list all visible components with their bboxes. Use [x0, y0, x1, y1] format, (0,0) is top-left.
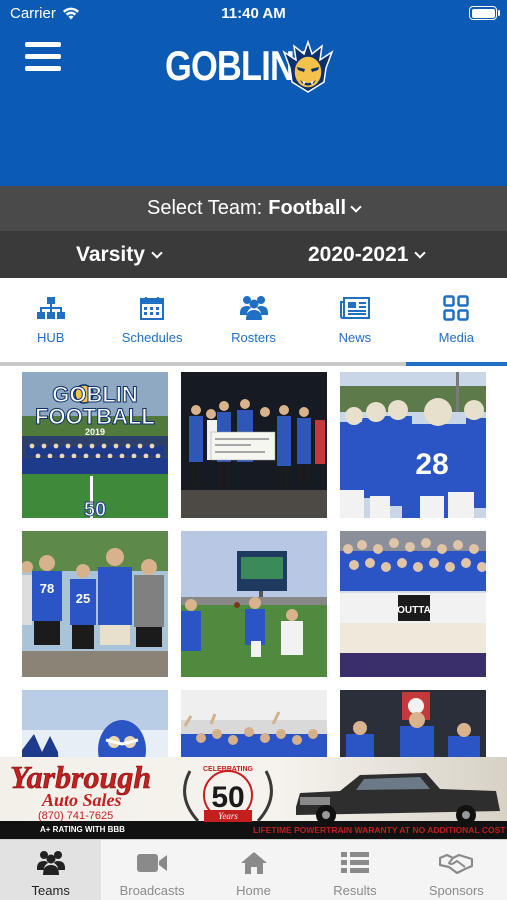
- tab-label: Media: [438, 330, 475, 345]
- calendar-icon: [140, 297, 165, 320]
- media-thumbnail[interactable]: [181, 531, 327, 677]
- jersey-number-label: 28: [415, 448, 448, 481]
- media-thumbnail[interactable]: OUTTA: [340, 531, 486, 677]
- home-icon: [240, 852, 267, 874]
- chevron-down-icon: [151, 247, 163, 259]
- battery-icon: [469, 6, 500, 20]
- media-thumbnail[interactable]: 78 25: [22, 531, 168, 677]
- tab-label: Rosters: [231, 330, 276, 345]
- season-value: 2020-2021: [308, 243, 409, 266]
- tab-news[interactable]: News: [304, 278, 405, 366]
- ad-celebrating: CELEBRATING: [203, 766, 254, 773]
- chevron-down-icon: [350, 200, 362, 213]
- ad-phone: (870) 741-7625: [38, 810, 113, 822]
- sign-text: OUTTA: [397, 605, 431, 616]
- status-bar: Carrier 11:40 AM: [0, 0, 507, 28]
- tab-divider: [0, 362, 507, 366]
- media-thumbnail[interactable]: [181, 372, 327, 518]
- fan-face-paint-image: [22, 690, 168, 758]
- bottom-navigation: Teams Broadcasts Home Results Sponsors: [0, 839, 507, 900]
- team-selector[interactable]: Select Team: Football: [0, 186, 507, 231]
- sponsor-ad-banner[interactable]: Yarbrough Auto Sales (870) 741-7625 A+ R…: [0, 757, 507, 839]
- tab-rosters[interactable]: Rosters: [203, 278, 304, 366]
- team-selector-value: Football: [268, 197, 346, 219]
- season-dropdown[interactable]: 2020-2021: [308, 243, 427, 267]
- photo-year: 2019: [85, 427, 105, 437]
- level-dropdown[interactable]: Varsity: [76, 243, 163, 267]
- news-icon: [339, 297, 370, 319]
- nav-results[interactable]: Results: [304, 840, 405, 900]
- nav-sponsors[interactable]: Sponsors: [406, 840, 507, 900]
- tab-media[interactable]: Media: [406, 278, 507, 366]
- app-header: Carrier 11:40 AM GOBLINS: [0, 0, 507, 186]
- pickup-truck-image: [296, 773, 500, 825]
- ad-rating: A+ RATING WITH BBB: [40, 825, 125, 834]
- night-game-image: [340, 690, 486, 758]
- tab-hub[interactable]: HUB: [0, 278, 101, 366]
- people-icon: [239, 296, 268, 320]
- photo-title-line2: FOOTBALL: [35, 404, 155, 429]
- hamburger-menu-button[interactable]: [25, 42, 61, 74]
- nav-label: Home: [236, 883, 271, 898]
- nav-broadcasts[interactable]: Broadcasts: [101, 840, 202, 900]
- media-thumbnail[interactable]: [181, 690, 327, 758]
- gym-crowd-image: [181, 690, 327, 758]
- filter-bar: Varsity 2020-2021: [0, 231, 507, 278]
- level-value: Varsity: [76, 243, 145, 266]
- team-selector-prefix: Select Team:: [146, 197, 263, 219]
- jersey-number-label: 78: [40, 581, 54, 596]
- list-icon: [340, 852, 369, 873]
- nav-label: Teams: [31, 883, 70, 898]
- section-tabs: HUB Schedules Rosters News Media: [0, 278, 507, 366]
- ad-name-line2: Auto Sales: [41, 790, 122, 810]
- ad-anniversary-word: Years: [218, 811, 238, 821]
- field-number-label: 50: [84, 499, 106, 518]
- tab-schedules[interactable]: Schedules: [101, 278, 202, 366]
- chevron-down-icon: [414, 247, 427, 259]
- teams-icon: [36, 851, 65, 875]
- media-thumbnail[interactable]: 50 GOBLIN FOOTBALL 2019: [22, 372, 168, 518]
- media-grid: 50 GOBLIN FOOTBALL 2019 28 78 25 OUTTA: [22, 372, 486, 758]
- active-tab-indicator: [406, 362, 507, 366]
- ad-anniversary-number: 50: [211, 781, 244, 814]
- pep-rally-image: 78 25: [22, 531, 168, 677]
- nav-label: Results: [333, 883, 377, 898]
- jersey-number-label: 25: [76, 591, 90, 606]
- media-thumbnail[interactable]: 28: [340, 372, 486, 518]
- game-action-image: [181, 531, 327, 677]
- players-huddle-image: 28: [340, 372, 486, 518]
- handshake-icon: [439, 853, 474, 874]
- goblin-mascot-icon: [282, 39, 334, 93]
- nav-teams[interactable]: Teams: [0, 840, 102, 900]
- student-section-image: OUTTA: [340, 531, 486, 677]
- sponsor-ad-graphic: Yarbrough Auto Sales (870) 741-7625 A+ R…: [0, 759, 507, 839]
- nav-home[interactable]: Home: [203, 840, 304, 900]
- team-photo-image: 50 GOBLIN FOOTBALL 2019: [22, 372, 168, 518]
- hub-icon: [36, 297, 65, 319]
- nav-label: Sponsors: [428, 883, 484, 898]
- brand-logo: GOBLINS: [165, 38, 349, 94]
- media-thumbnail[interactable]: [22, 690, 168, 758]
- video-camera-icon: [137, 854, 168, 872]
- status-time: 11:40 AM: [221, 5, 286, 22]
- nav-label: Broadcasts: [119, 883, 185, 898]
- grid-icon: [443, 295, 470, 321]
- tab-label: HUB: [36, 330, 65, 345]
- tab-label: News: [338, 330, 372, 345]
- tab-label: Schedules: [121, 330, 183, 345]
- check-presentation-image: [181, 372, 327, 518]
- media-thumbnail[interactable]: [340, 690, 486, 758]
- ad-warranty: LIFETIME POWERTRAIN WARANTY AT NO ADDITI…: [253, 825, 506, 835]
